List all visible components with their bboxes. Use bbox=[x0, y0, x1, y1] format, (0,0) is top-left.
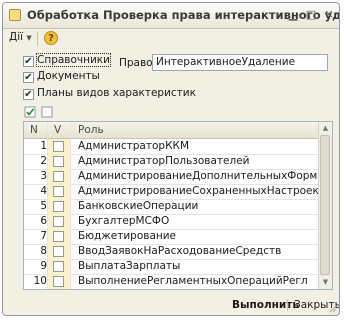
documents-checkbox[interactable]: ✔ bbox=[23, 72, 34, 83]
scroll-up-icon[interactable]: ▲ bbox=[320, 122, 331, 134]
row-number: 10 bbox=[33, 275, 47, 287]
row-number: 8 bbox=[40, 245, 47, 257]
row-checkbox[interactable] bbox=[53, 246, 64, 257]
row-checkbox[interactable] bbox=[53, 171, 64, 182]
catalogs-label: Справочники bbox=[36, 53, 111, 67]
actions-label: Дії bbox=[9, 31, 24, 43]
role-name: ВыполнениеРегламентныхОперацийРегл bbox=[78, 275, 308, 287]
table-row[interactable]: 4 АдминистрированиеСохраненныхНастроек bbox=[24, 184, 319, 200]
maximize-icon[interactable]: □ bbox=[304, 8, 318, 22]
row-checkbox[interactable] bbox=[53, 201, 64, 212]
table-row[interactable]: 2 АдминистраторПользователей bbox=[24, 154, 318, 170]
role-name: Бюджетирование bbox=[78, 230, 177, 242]
column-header-n[interactable]: N bbox=[30, 124, 38, 136]
table-row[interactable]: 6 БухгалтерМСФО bbox=[24, 214, 318, 230]
row-number: 5 bbox=[40, 200, 47, 212]
minimize-icon[interactable]: ▁ bbox=[286, 8, 300, 22]
chevron-down-icon: ▼ bbox=[26, 34, 32, 42]
roles-table: N V Роль 1 АдминистраторККМ 2 Администратор… bbox=[23, 121, 333, 290]
run-button[interactable]: Выполнить bbox=[232, 299, 299, 311]
form-icon bbox=[9, 9, 21, 21]
row-checkbox[interactable] bbox=[53, 276, 64, 287]
column-header-role[interactable]: Роль bbox=[78, 124, 104, 136]
row-number: 1 bbox=[40, 140, 47, 152]
toolbar: Дії ▼ ? bbox=[3, 29, 339, 49]
uncheck-all-icon[interactable] bbox=[40, 105, 54, 119]
table-toolbar bbox=[23, 104, 333, 120]
characteristics-checkbox[interactable]: ✔ bbox=[23, 89, 34, 100]
documents-label: Документы bbox=[37, 70, 100, 82]
table-header: N V Роль bbox=[24, 122, 324, 139]
check-all-icon[interactable] bbox=[23, 105, 37, 119]
close-icon[interactable]: ✕ bbox=[322, 8, 336, 22]
role-name: БанковскиеОперации bbox=[78, 200, 199, 212]
role-name: АдминистрированиеСохраненныхНастроек bbox=[78, 185, 319, 197]
resize-grip-icon[interactable] bbox=[329, 305, 337, 313]
row-checkbox[interactable] bbox=[53, 261, 64, 272]
selection-cell bbox=[48, 289, 70, 290]
row-checkbox[interactable] bbox=[53, 186, 64, 197]
table-row[interactable]: 9 ВыплатаЗарплаты bbox=[24, 259, 318, 275]
help-icon[interactable]: ? bbox=[44, 31, 58, 45]
row-checkbox[interactable] bbox=[53, 216, 64, 227]
role-name: ВводЗаявокНаРасходованиеСредств bbox=[78, 245, 282, 257]
table-row[interactable]: 5 БанковскиеОперации bbox=[24, 199, 318, 215]
role-name: АдминистраторПользователей bbox=[78, 155, 250, 167]
scroll-down-icon[interactable]: ▼ bbox=[320, 276, 331, 288]
role-name: ВыплатаЗарплаты bbox=[78, 260, 181, 272]
table-row[interactable]: 10 ВыполнениеРегламентныхОперацийРегл bbox=[24, 274, 318, 289]
pravo-label: Право: bbox=[119, 57, 157, 69]
table-row[interactable]: 1 АдминистраторККМ bbox=[24, 139, 318, 155]
toolbar-separator bbox=[37, 32, 38, 46]
column-header-v[interactable]: V bbox=[54, 124, 61, 136]
characteristics-label: Планы видов характеристик bbox=[37, 87, 196, 99]
row-number: 3 bbox=[40, 170, 47, 182]
table-row[interactable]: 11ЗавершениеСмены bbox=[24, 289, 318, 290]
table-row[interactable]: 3 АдминистрированиеДополнительныхФормИОбр… bbox=[24, 169, 332, 185]
table-row[interactable]: 8 ВводЗаявокНаРасходованиеСредств bbox=[24, 244, 318, 260]
row-number: 6 bbox=[40, 215, 47, 227]
row-checkbox[interactable] bbox=[53, 156, 64, 167]
scroll-thumb[interactable] bbox=[320, 135, 330, 275]
pravo-field[interactable]: ИнтерактивноеУдаление bbox=[152, 54, 328, 71]
row-number: 2 bbox=[40, 155, 47, 167]
role-name: БухгалтерМСФО bbox=[78, 215, 170, 227]
vertical-scrollbar[interactable]: ▲ ▼ bbox=[318, 122, 332, 289]
row-checkbox[interactable] bbox=[53, 141, 64, 152]
row-checkbox[interactable] bbox=[53, 231, 64, 242]
actions-menu-button[interactable]: Дії ▼ bbox=[9, 31, 32, 43]
role-name: АдминистраторККМ bbox=[78, 140, 190, 152]
footer-separator bbox=[287, 299, 288, 311]
row-number: 9 bbox=[40, 260, 47, 272]
table-row[interactable]: 7 Бюджетирование bbox=[24, 229, 318, 245]
role-name: АдминистрированиеДополнительныхФормИОбра… bbox=[78, 170, 332, 182]
row-number: 4 bbox=[40, 185, 47, 197]
catalogs-checkbox[interactable]: ✔ bbox=[23, 56, 34, 67]
row-number: 7 bbox=[40, 230, 47, 242]
title-bar[interactable]: Обработка Проверка права интерактивного … bbox=[3, 3, 339, 29]
processing-window: Обработка Проверка права интерактивного … bbox=[2, 2, 340, 316]
